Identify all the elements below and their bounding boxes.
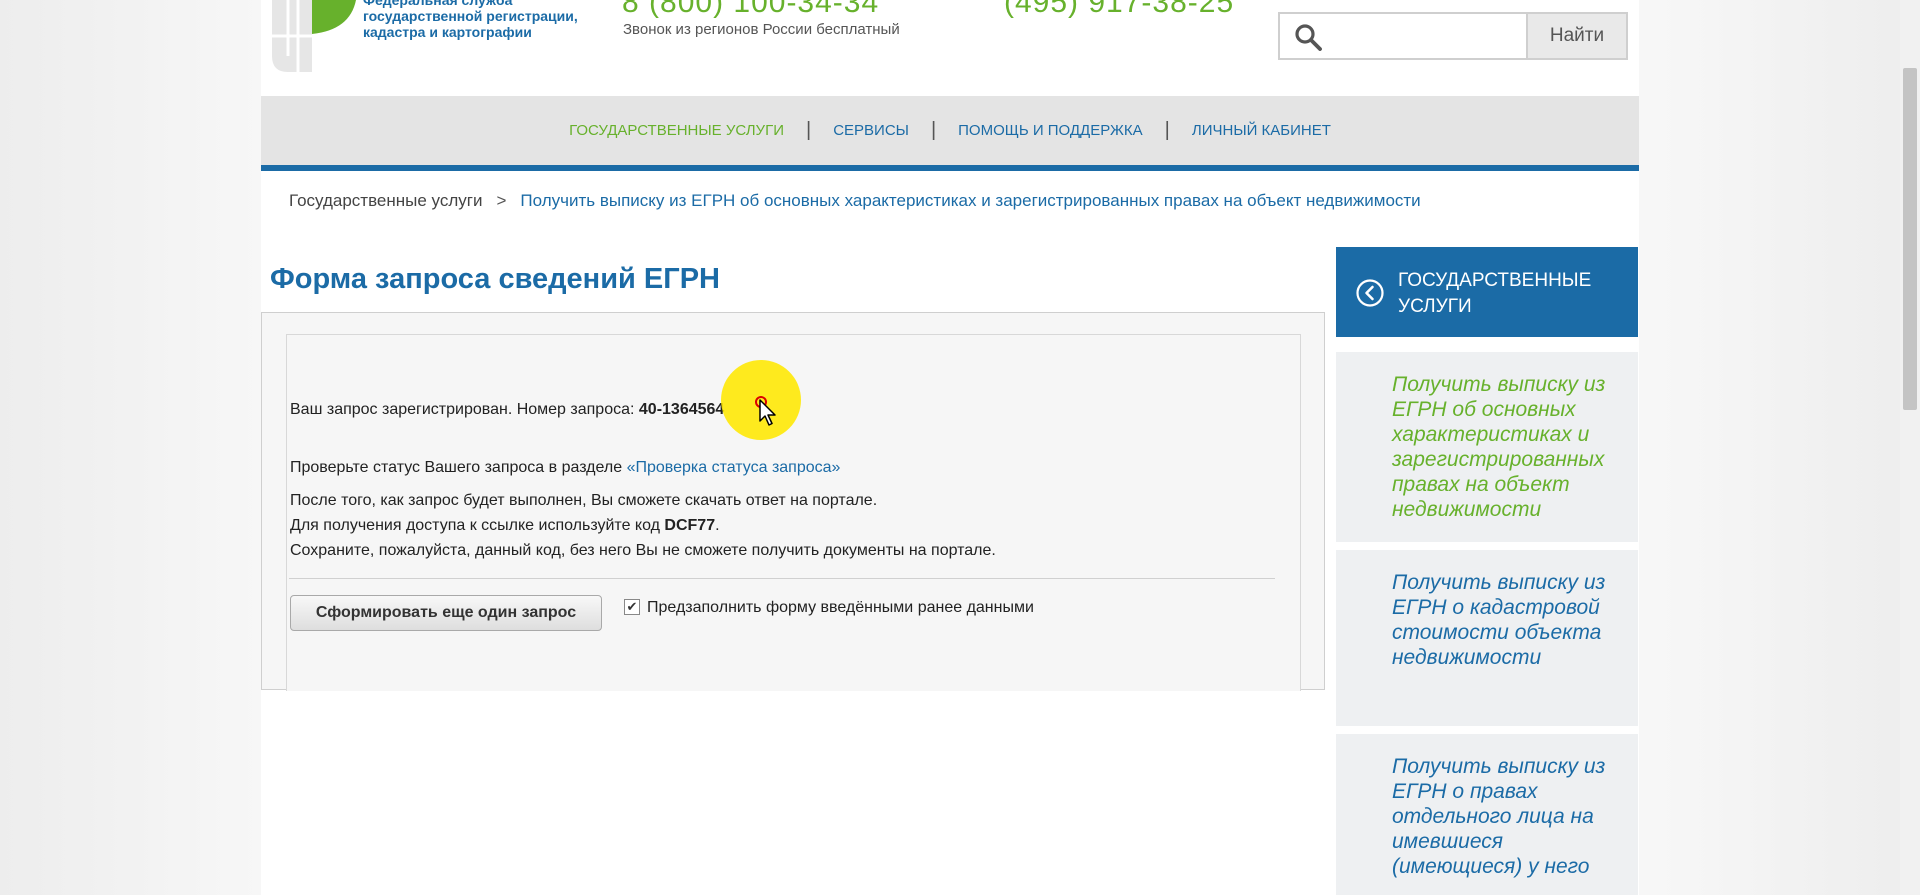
access-code-text: Для получения доступа к ссылке используй… bbox=[290, 517, 665, 534]
org-name: Федеральная служба государственной регис… bbox=[363, 0, 593, 40]
sidebar-item-label: Получить выписку из ЕГРН об основных хар… bbox=[1392, 373, 1606, 521]
nav-item-help[interactable]: Помощь и поддержка bbox=[936, 122, 1165, 139]
org-name-line: государственной регистрации, bbox=[363, 8, 578, 24]
hotline-note: Звонок из регионов России бесплатный bbox=[623, 21, 900, 38]
access-code: DCF77 bbox=[664, 517, 716, 534]
breadcrumb-separator: > bbox=[496, 191, 507, 210]
search-button[interactable]: Найти bbox=[1526, 14, 1626, 58]
nav-item-personal-account[interactable]: Личный кабинет bbox=[1170, 122, 1353, 139]
breadcrumb: Государственные услуги > Получить выписку … bbox=[289, 191, 1421, 211]
breadcrumb-current[interactable]: Получить выписку из ЕГРН об основных хар… bbox=[520, 191, 1420, 210]
nav-item-services[interactable]: Сервисы bbox=[811, 122, 931, 139]
org-name-line: Федеральная служба bbox=[363, 0, 513, 8]
prefill-checkbox-label[interactable]: Предзаполнить форму введёнными ранее дан… bbox=[647, 599, 1034, 617]
prefill-checkbox[interactable]: ✔ bbox=[624, 599, 640, 615]
sidebar-item-cadastral-value[interactable]: Получить выписку из ЕГРН о кадастровой с… bbox=[1336, 550, 1638, 726]
search-icon bbox=[1295, 24, 1322, 51]
breadcrumb-home-link[interactable]: Государственные услуги bbox=[289, 191, 482, 210]
rosreestr-logo-icon[interactable] bbox=[268, 0, 356, 76]
registered-message: Ваш запрос зарегистрирован. Номер запрос… bbox=[290, 401, 724, 419]
sidebar-item-label: Получить выписку из ЕГРН о правах отдель… bbox=[1392, 755, 1606, 878]
scrollbar-thumb[interactable] bbox=[1903, 68, 1917, 410]
request-number: 40-1364564 bbox=[638, 401, 725, 418]
status-text: Проверьте статус Вашего запроса в раздел… bbox=[290, 459, 627, 476]
nav-item-gov-services[interactable]: Государственные услуги bbox=[547, 122, 806, 139]
sidebar-item-basic-characteristics[interactable]: Получить выписку из ЕГРН об основных хар… bbox=[1336, 352, 1638, 542]
sidebar-item-label: Получить выписку из ЕГРН о кадастровой с… bbox=[1392, 571, 1606, 669]
access-code-message: Для получения доступа к ссылке используй… bbox=[290, 517, 720, 535]
save-code-notice: Сохраните, пожалуйста, данный код, без н… bbox=[290, 542, 996, 559]
moscow-phone: (495) 917-38-25 bbox=[1004, 0, 1235, 19]
search-input[interactable] bbox=[1334, 20, 1528, 54]
access-code-period: . bbox=[715, 517, 720, 534]
status-check-link[interactable]: «Проверка статуса запроса» bbox=[627, 459, 841, 476]
sidebar-item-person-rights[interactable]: Получить выписку из ЕГРН о правах отдель… bbox=[1336, 734, 1638, 895]
form-divider bbox=[289, 578, 1275, 579]
after-completion-text: После того, как запрос будет выполнен, В… bbox=[290, 492, 878, 509]
hotline-phone: 8 (800) 100-34-34 bbox=[622, 0, 880, 19]
registered-text: Ваш запрос зарегистрирован. Номер запрос… bbox=[290, 401, 639, 418]
page-title: Форма запроса сведений ЕГРН bbox=[270, 263, 720, 295]
new-request-button[interactable]: Сформировать еще один запрос bbox=[290, 595, 602, 631]
main-nav: Государственные услуги | Сервисы | Помощ… bbox=[261, 96, 1639, 171]
search-box: Найти bbox=[1278, 12, 1628, 60]
sidebar-header[interactable]: Государственные услуги bbox=[1336, 247, 1638, 337]
status-message: Проверьте статус Вашего запроса в раздел… bbox=[290, 459, 840, 477]
mouse-pointer-icon bbox=[759, 399, 776, 426]
sidebar-title: Государственные услуги bbox=[1398, 270, 1592, 317]
org-name-line: кадастра и картографии bbox=[363, 24, 532, 40]
back-arrow-icon bbox=[1356, 279, 1384, 307]
